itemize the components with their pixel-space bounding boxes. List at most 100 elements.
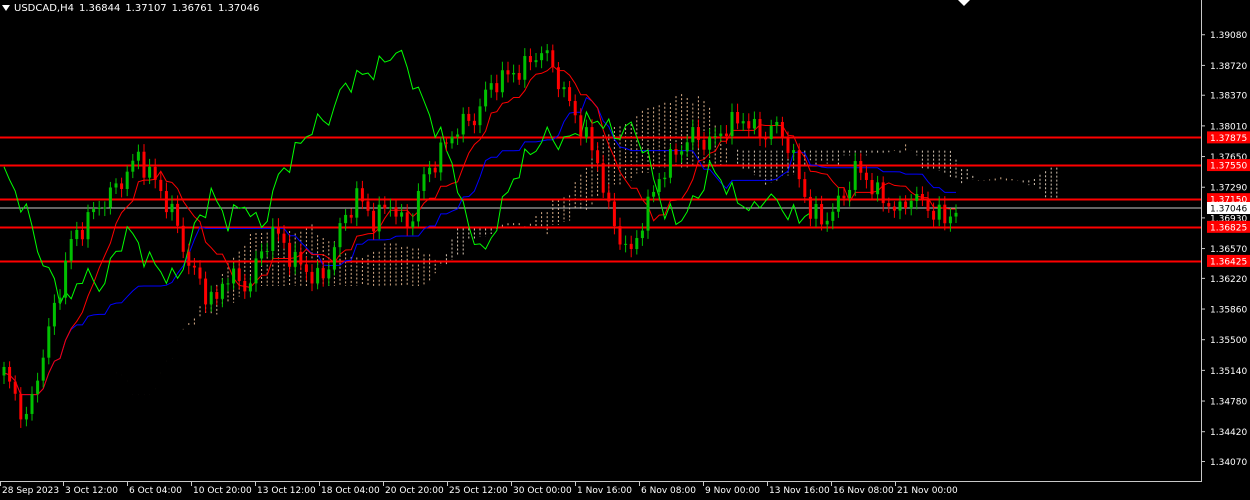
candle-body: [171, 204, 174, 212]
candle-body: [137, 152, 140, 161]
candle-body: [613, 201, 616, 226]
candle-body: [495, 83, 498, 92]
candle-body: [3, 367, 6, 376]
candle-body: [910, 201, 913, 208]
candle-body: [238, 268, 241, 280]
time-tick-label: 21 Nov 00:00: [897, 486, 958, 496]
candle-body: [439, 143, 442, 173]
candle-body: [680, 151, 683, 154]
candle-body: [344, 215, 347, 223]
candle-body: [719, 134, 722, 136]
candle-body: [176, 204, 179, 226]
candle-body: [938, 205, 941, 220]
candle-body: [512, 73, 515, 74]
candle-body: [154, 167, 157, 180]
candle-body: [915, 194, 918, 201]
price-tick-label: 1.34070: [1210, 458, 1247, 468]
symbol-label: USDCAD,H4: [14, 3, 74, 14]
collapse-triangle-icon[interactable]: [2, 5, 10, 11]
plot-background: [0, 0, 1250, 500]
price-tick-label: 1.35500: [1210, 336, 1247, 346]
candle-body: [210, 292, 213, 304]
candle-body: [428, 168, 431, 174]
candle-body: [339, 223, 342, 247]
candle-body: [294, 252, 297, 267]
candle-body: [98, 208, 101, 209]
candle-body: [736, 112, 739, 123]
price-tick-label: 1.34780: [1210, 398, 1247, 408]
candle-body: [859, 161, 862, 173]
candle-body: [663, 178, 666, 179]
candle-body: [501, 70, 504, 92]
candle-body: [949, 217, 952, 224]
candle-body: [243, 281, 246, 291]
candle-body: [456, 134, 459, 136]
candle-body: [708, 137, 711, 150]
candle-body: [490, 83, 493, 90]
level-price-text: 1.36425: [1210, 257, 1247, 267]
candle-body: [87, 212, 90, 239]
candle-body: [798, 150, 801, 179]
candle-body: [53, 303, 56, 327]
candle-body: [787, 137, 790, 153]
low-value: 1.36761: [172, 3, 213, 14]
price-tick-label: 1.38370: [1210, 92, 1247, 102]
shift-marker-icon[interactable]: [958, 0, 970, 6]
chart-title: USDCAD,H4 1.36844 1.37107 1.36761 1.3704…: [2, 1, 264, 15]
price-tick-label: 1.35860: [1210, 306, 1247, 316]
candle-body: [669, 149, 672, 178]
candle-body: [775, 122, 778, 126]
candle-body: [277, 227, 280, 234]
candle-body: [602, 163, 605, 192]
price-tick-label: 1.36220: [1210, 275, 1247, 285]
candle-body: [535, 60, 538, 62]
candle-body: [255, 258, 258, 283]
candle-body: [187, 252, 190, 266]
candle-body: [927, 200, 930, 211]
candle-body: [815, 204, 818, 219]
candle-body: [703, 140, 706, 150]
candle-body: [876, 182, 879, 194]
candle-body: [731, 112, 734, 136]
candle-body: [725, 134, 728, 137]
time-tick-label: 6 Oct 04:00: [129, 486, 182, 496]
candle-body: [563, 87, 566, 89]
high-value: 1.37107: [125, 3, 166, 14]
candle-body: [159, 180, 162, 191]
candle-body: [820, 204, 823, 224]
time-tick-label: 13 Nov 16:00: [769, 486, 830, 496]
time-tick-label: 6 Nov 08:00: [641, 486, 696, 496]
candle-body: [411, 221, 414, 227]
candle-body: [803, 179, 806, 197]
candle-body: [591, 127, 594, 150]
time-tick-label: 28 Sep 2023: [2, 486, 59, 496]
candle-body: [675, 149, 678, 155]
candle-body: [899, 202, 902, 211]
candle-body: [714, 136, 717, 137]
candle-body: [42, 358, 45, 381]
candle-body: [943, 205, 946, 224]
candle-body: [826, 221, 829, 225]
candle-body: [854, 161, 857, 190]
open-value: 1.36844: [79, 3, 120, 14]
candle-body: [630, 244, 633, 249]
time-tick-label: 20 Oct 20:00: [385, 486, 444, 496]
candle-body: [658, 179, 661, 192]
price-chart[interactable]: 1.390801.387201.383701.380101.376501.372…: [0, 0, 1250, 500]
level-price-text: 1.37875: [1210, 134, 1247, 144]
candle-body: [64, 261, 67, 298]
candle-body: [199, 267, 202, 278]
price-tick-label: 1.34420: [1210, 428, 1247, 438]
candle-body: [406, 212, 409, 227]
candle-body: [579, 115, 582, 137]
candle-body: [417, 191, 420, 221]
time-tick-label: 9 Nov 00:00: [705, 486, 760, 496]
candle-body: [759, 119, 762, 138]
candle-body: [479, 106, 482, 125]
candle-body: [299, 252, 302, 265]
level-price-text: 1.37550: [1210, 162, 1247, 172]
candle-body: [574, 101, 577, 115]
candle-body: [311, 272, 314, 284]
candle-body: [288, 243, 291, 267]
candle-body: [14, 382, 17, 394]
